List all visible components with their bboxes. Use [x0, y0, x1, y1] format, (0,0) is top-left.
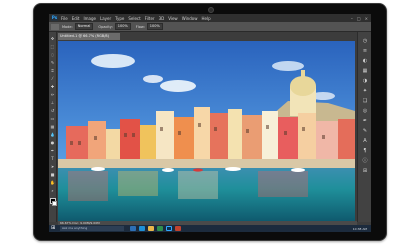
character-panel-icon[interactable]: A [362, 138, 368, 144]
layers-panel-icon[interactable]: ❏ [362, 98, 368, 104]
menu-image[interactable]: Image [83, 16, 96, 21]
clone-stamp-tool-icon[interactable]: ⊥ [50, 100, 55, 105]
lasso-tool-icon[interactable]: ◌ [50, 52, 55, 57]
mode-label: Mode: [62, 24, 73, 29]
channels-panel-icon[interactable]: ◎ [362, 108, 368, 114]
flow-label: Flow: [135, 24, 145, 29]
crop-tool-icon[interactable]: ⌗ [50, 68, 55, 73]
opacity-label: Opacity: [98, 24, 113, 29]
eyedropper-tool-icon[interactable]: ⁄ [50, 76, 55, 81]
brush-panel-icon[interactable]: ✎ [362, 128, 368, 134]
navigator-panel-icon[interactable]: ⊞ [362, 168, 368, 174]
taskbar-search-input[interactable]: Ask me anything [60, 226, 124, 231]
hand-tool-icon[interactable]: ✋ [50, 180, 55, 185]
menu-type[interactable]: Type [115, 16, 124, 21]
type-tool-icon[interactable]: T [50, 156, 55, 161]
store-icon[interactable] [157, 226, 163, 231]
menu-3d[interactable]: 3D [159, 16, 165, 21]
brush-tool-icon[interactable]: ✏ [50, 92, 55, 97]
properties-panel-icon[interactable]: ≡ [362, 48, 368, 54]
photoshop-logo: Ps [51, 15, 58, 21]
swatches-panel-icon[interactable]: ▦ [362, 68, 368, 74]
opacity-field[interactable]: 100% [114, 23, 131, 30]
pen-tool-icon[interactable]: ✒ [50, 148, 55, 153]
paths-panel-icon[interactable]: ✒ [362, 118, 368, 124]
options-bar: Mode: Normal Opacity: 100% Flow: 100% [49, 22, 371, 32]
history-brush-tool-icon[interactable]: ↺ [50, 108, 55, 113]
screen: Ps File Edit Image Layer Type Select Fil… [49, 14, 371, 232]
flow-field[interactable]: 100% [146, 23, 163, 30]
harbor-photo [58, 41, 355, 221]
dodge-tool-icon[interactable]: ● [50, 140, 55, 145]
document-tab[interactable]: Untitled-1 @ 66.7% (RGB/8) [58, 33, 120, 40]
eraser-tool-icon[interactable]: ▭ [50, 116, 55, 121]
menu-layer[interactable]: Layer [100, 16, 111, 21]
window-controls: – □ × [351, 16, 368, 21]
paragraph-panel-icon[interactable]: ¶ [362, 148, 368, 154]
minimize-icon[interactable]: – [351, 16, 353, 21]
adjustments-panel-icon[interactable]: ◑ [362, 78, 368, 84]
windows-start-icon[interactable]: ⊞ [51, 226, 57, 231]
styles-panel-icon[interactable]: ✦ [362, 88, 368, 94]
menubar: Ps File Edit Image Layer Type Select Fil… [49, 14, 371, 22]
photoshop-taskbar-icon[interactable] [166, 226, 172, 231]
blur-tool-icon[interactable]: 💧 [50, 132, 55, 137]
close-icon[interactable]: × [365, 16, 368, 21]
tool-preset-picker[interactable] [51, 23, 59, 30]
quick-select-tool-icon[interactable]: ✎ [50, 60, 55, 65]
shape-tool-icon[interactable]: ■ [50, 172, 55, 177]
menu-help[interactable]: Help [201, 16, 210, 21]
menu-edit[interactable]: Edit [72, 16, 80, 21]
edge-browser-icon[interactable] [139, 226, 145, 231]
maximize-icon[interactable]: □ [357, 16, 361, 21]
healing-brush-tool-icon[interactable]: ✚ [50, 84, 55, 89]
menu-filter[interactable]: Filter [145, 16, 155, 21]
marquee-tool-icon[interactable]: ⬚ [50, 44, 55, 49]
mode-select[interactable]: Normal [74, 23, 94, 30]
zoom-tool-icon[interactable]: ⌕ [50, 188, 55, 193]
taskbar: ⊞ Ask me anything 10:38 AM [49, 225, 371, 232]
taskbar-clock[interactable]: 10:38 AM [353, 227, 367, 231]
history-panel-icon[interactable]: ◷ [362, 38, 368, 44]
file-explorer-icon[interactable] [148, 226, 154, 231]
menu-window[interactable]: Window [182, 16, 198, 21]
menu-select[interactable]: Select [128, 16, 140, 21]
info-panel-icon[interactable]: ⓘ [362, 158, 368, 164]
color-panel-icon[interactable]: ◐ [362, 58, 368, 64]
menu-file[interactable]: File [61, 16, 68, 21]
gradient-tool-icon[interactable]: ▦ [50, 124, 55, 129]
path-select-tool-icon[interactable]: ➤ [50, 164, 55, 169]
panels-dock: ◷ ≡ ◐ ▦ ◑ ✦ ❏ ◎ ✒ ✎ A ¶ ⓘ ⊞ [357, 32, 371, 222]
move-tool-icon[interactable]: ✥ [50, 36, 55, 41]
menu-view[interactable]: View [168, 16, 178, 21]
front-camera [208, 7, 214, 13]
image-canvas[interactable] [58, 41, 355, 221]
task-view-icon[interactable] [130, 226, 136, 231]
tools-panel: ✥ ⬚ ◌ ✎ ⌗ ⁄ ✚ ✏ ⊥ ↺ ▭ ▦ 💧 ● ✒ T ➤ ■ ✋ ⌕ [49, 32, 57, 222]
background-color-swatch[interactable] [52, 201, 57, 206]
office-icon[interactable] [175, 226, 181, 231]
